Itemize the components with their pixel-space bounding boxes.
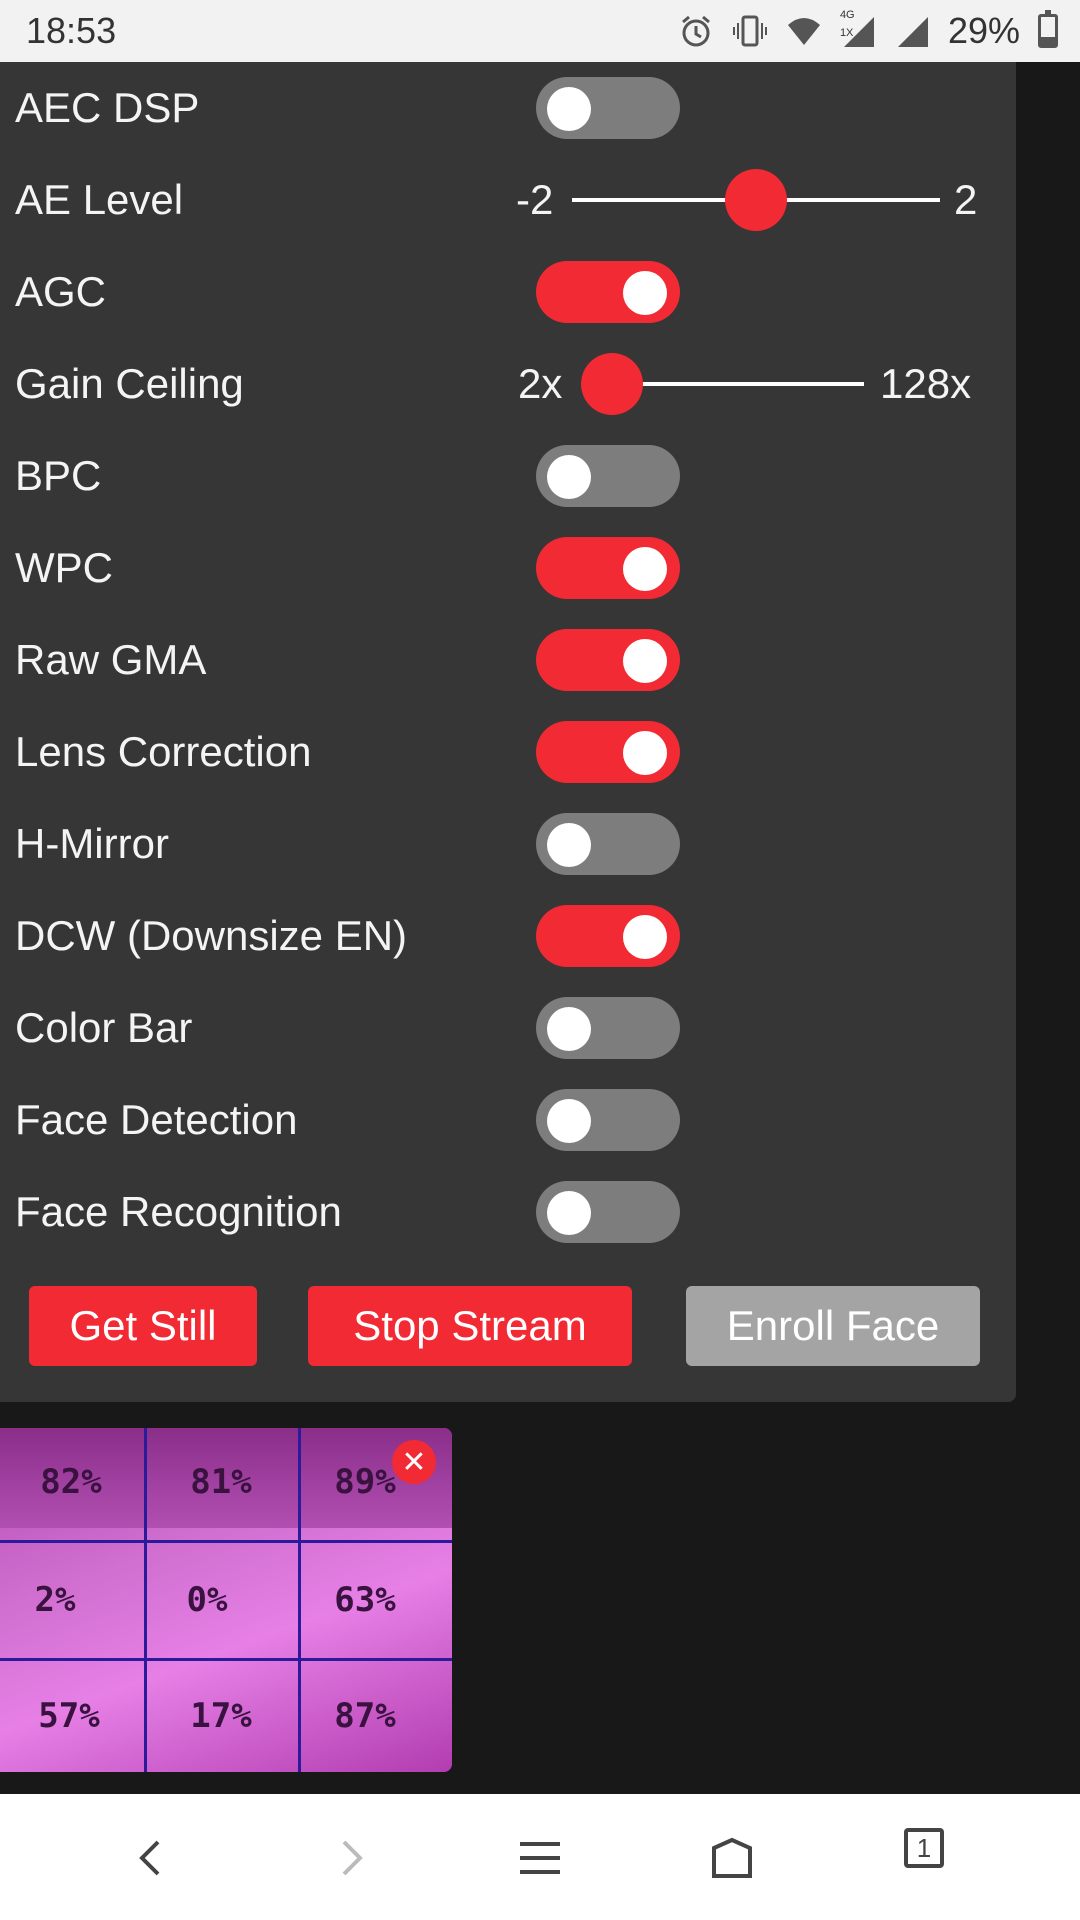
dcw-toggle[interactable] [536, 905, 680, 967]
preview-cell: 0% [186, 1580, 228, 1620]
h-mirror-toggle[interactable] [536, 813, 680, 875]
ae-level-max: 2 [954, 176, 978, 223]
setting-label: BPC [15, 452, 102, 499]
setting-label: AE Level [15, 176, 184, 223]
signal-4g-icon: 4G 1X [839, 9, 876, 49]
setting-row-face-detection: Face Detection [0, 1074, 1016, 1166]
vibrate-icon [732, 13, 768, 49]
setting-label: Gain Ceiling [15, 360, 244, 407]
battery-fill [1041, 36, 1055, 45]
get-still-button[interactable]: Get Still [29, 1286, 257, 1366]
camera-settings-panel: AEC DSP AE Level -2 2 AGC Gain Ceiling 2… [0, 62, 1016, 1402]
setting-row-dcw: DCW (Downsize EN) [0, 890, 1016, 982]
setting-row-aec-dsp: AEC DSP [0, 62, 1016, 154]
gain-ceiling-min: 2x [518, 360, 563, 407]
gain-ceiling-max: 128x [880, 360, 972, 407]
status-bar: 18:53 4G 1X 29% [0, 0, 1080, 62]
signal-icon [894, 13, 930, 49]
preview-cell: 63% [334, 1580, 396, 1620]
preview-cell: 57% [38, 1696, 100, 1736]
grid-line [0, 1658, 452, 1661]
status-time: 18:53 [26, 10, 117, 51]
forward-icon[interactable] [324, 1832, 376, 1884]
preview-cell: 81% [190, 1462, 252, 1502]
toggle-knob [623, 639, 667, 683]
toggle-knob [623, 547, 667, 591]
battery-icon [1038, 10, 1058, 48]
toggle-knob [547, 823, 591, 867]
close-icon: ✕ [401, 1445, 427, 1479]
stream-preview: 82% 81% 89% 2% 0% 63% 57% 17% 87% ✕ [0, 1428, 452, 1772]
setting-row-face-recognition: Face Recognition [0, 1166, 1016, 1258]
setting-row-agc: AGC [0, 246, 1016, 338]
setting-row-raw-gma: Raw GMA [0, 614, 1016, 706]
toggle-knob [623, 731, 667, 775]
menu-icon[interactable] [514, 1832, 566, 1884]
toggle-knob [547, 1007, 591, 1051]
preview-cell: 17% [190, 1696, 252, 1736]
gain-ceiling-thumb[interactable] [581, 353, 643, 415]
setting-label: AGC [15, 268, 107, 315]
gain-ceiling-track[interactable] [612, 382, 864, 386]
preview-cell: 82% [40, 1462, 102, 1502]
color-bar-toggle[interactable] [536, 997, 680, 1059]
toggle-knob [547, 1191, 591, 1235]
setting-row-lens-correction: Lens Correction [0, 706, 1016, 798]
setting-row-gain-ceiling: Gain Ceiling 2x 128x [0, 338, 1016, 430]
tabs-icon[interactable]: 1 [904, 1828, 944, 1868]
wpc-toggle[interactable] [536, 537, 680, 599]
face-recognition-toggle[interactable] [536, 1181, 680, 1243]
network-label-bottom: 1X [839, 27, 854, 39]
preview-cell: 87% [334, 1696, 396, 1736]
bpc-toggle[interactable] [536, 445, 680, 507]
alarm-icon [678, 13, 714, 49]
preview-cell: 2% [34, 1580, 76, 1620]
back-icon[interactable] [126, 1832, 178, 1884]
setting-row-bpc: BPC [0, 430, 1016, 522]
setting-label: H-Mirror [15, 820, 169, 867]
browser-nav-bar: 1 [0, 1794, 1080, 1920]
setting-label: Face Recognition [15, 1188, 342, 1235]
wifi-icon [786, 13, 822, 49]
toggle-knob [623, 915, 667, 959]
raw-gma-toggle[interactable] [536, 629, 680, 691]
face-detection-toggle[interactable] [536, 1089, 680, 1151]
setting-label: Color Bar [15, 1004, 193, 1051]
aec-dsp-toggle[interactable] [536, 77, 680, 139]
setting-row-h-mirror: H-Mirror [0, 798, 1016, 890]
ae-level-thumb[interactable] [725, 169, 787, 231]
setting-row-wpc: WPC [0, 522, 1016, 614]
status-icons: 4G 1X 29% [678, 9, 1058, 52]
home-icon[interactable] [706, 1832, 758, 1884]
grid-line [0, 1540, 452, 1543]
setting-label: AEC DSP [15, 84, 200, 131]
setting-row-color-bar: Color Bar [0, 982, 1016, 1074]
battery-percent: 29% [947, 10, 1020, 51]
agc-toggle[interactable] [536, 261, 680, 323]
toggle-knob [547, 455, 591, 499]
setting-label: Raw GMA [15, 636, 207, 683]
setting-label: Lens Correction [15, 728, 312, 775]
setting-row-ae-level: AE Level -2 2 [0, 154, 1016, 246]
enroll-face-button[interactable]: Enroll Face [686, 1286, 980, 1366]
toggle-knob [547, 1099, 591, 1143]
close-preview-button[interactable]: ✕ [392, 1440, 436, 1484]
stop-stream-button[interactable]: Stop Stream [308, 1286, 632, 1366]
setting-label: DCW (Downsize EN) [15, 912, 408, 959]
setting-label: Face Detection [15, 1096, 298, 1143]
lens-correction-toggle[interactable] [536, 721, 680, 783]
toggle-knob [547, 87, 591, 131]
toggle-knob [623, 271, 667, 315]
ae-level-min: -2 [516, 176, 554, 223]
network-label-top: 4G [839, 9, 855, 21]
setting-label: WPC [15, 544, 113, 591]
